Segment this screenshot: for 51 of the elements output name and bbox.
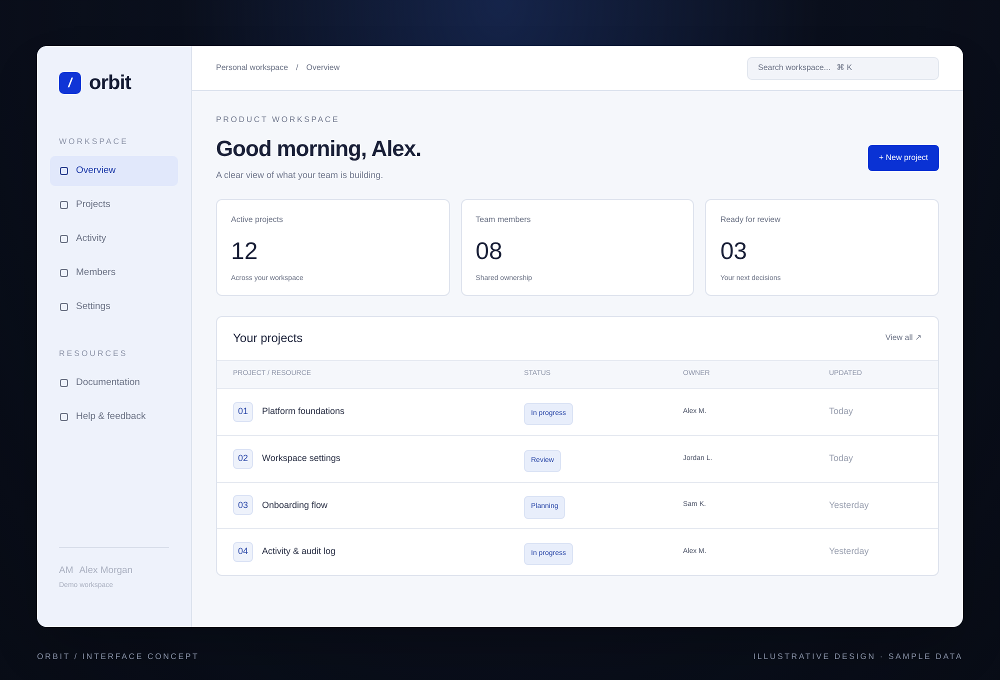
breadcrumb-item[interactable]: Personal workspace: [216, 62, 288, 74]
square-icon: [60, 303, 68, 311]
breadcrumb-item[interactable]: Overview: [306, 62, 340, 74]
page-heading: Good morning, Alex.: [216, 135, 422, 163]
square-icon: [60, 167, 68, 175]
stat-label: Ready for review: [720, 214, 782, 226]
stat-value: 12: [231, 236, 259, 266]
page-subheading: A clear view of what your team is building.: [216, 169, 384, 182]
user-name: Alex Morgan: [79, 564, 133, 578]
updated-date: Yesterday: [829, 498, 870, 512]
updated-date: Today: [829, 452, 854, 465]
square-icon: [60, 269, 68, 277]
logo-mark: /: [59, 72, 81, 94]
breadcrumb-separator: /: [296, 62, 298, 74]
section-label: WORKSPACE: [58, 136, 130, 148]
view-all-link[interactable]: View all ↗: [885, 332, 922, 344]
stat-label: Active projects: [231, 214, 284, 226]
stat-value: 08: [476, 236, 504, 266]
nav-item[interactable]: Documentation: [50, 368, 178, 398]
nav-item[interactable]: Activity: [50, 224, 178, 254]
square-icon: [60, 201, 68, 209]
nav-item[interactable]: Overview: [50, 156, 178, 186]
eyebrow-label: PRODUCT WORKSPACE: [216, 114, 341, 126]
row-number: 02: [233, 448, 253, 469]
updated-date: Yesterday: [829, 545, 870, 558]
footer-note: ILLUSTRATIVE DESIGN · SAMPLE DATA: [753, 651, 963, 663]
user-initials: AM: [59, 564, 74, 578]
square-icon: [60, 413, 68, 421]
card-title: Your projects: [233, 330, 303, 347]
square-icon: [60, 379, 68, 387]
project-name: Activity & audit log: [262, 545, 336, 558]
square-icon: [60, 235, 68, 243]
project-name: Onboarding flow: [262, 498, 328, 512]
stat-value: 03: [720, 236, 748, 266]
nav-item[interactable]: Settings: [50, 292, 178, 322]
section-label: RESOURCES: [58, 348, 129, 360]
row-number: 01: [233, 402, 253, 422]
brand-name: orbit: [89, 71, 131, 96]
row-number: 03: [233, 495, 253, 516]
row-number: 04: [233, 542, 253, 562]
nav-item[interactable]: Help & feedback: [50, 402, 178, 432]
nav-item[interactable]: Members: [50, 258, 178, 288]
new-project-button[interactable]: + New project: [868, 144, 939, 170]
project-name: Platform foundations: [262, 405, 345, 418]
nav-item[interactable]: Projects: [50, 190, 178, 220]
shortcut-hint: ⌘ K: [836, 62, 852, 74]
footer-caption: ORBIT / INTERFACE CONCEPT: [37, 651, 200, 663]
project-name: Workspace settings: [262, 452, 340, 465]
updated-date: Today: [829, 405, 854, 418]
stat-label: Team members: [476, 214, 532, 226]
search-field[interactable]: Search workspace... ⌘ K: [747, 56, 939, 80]
